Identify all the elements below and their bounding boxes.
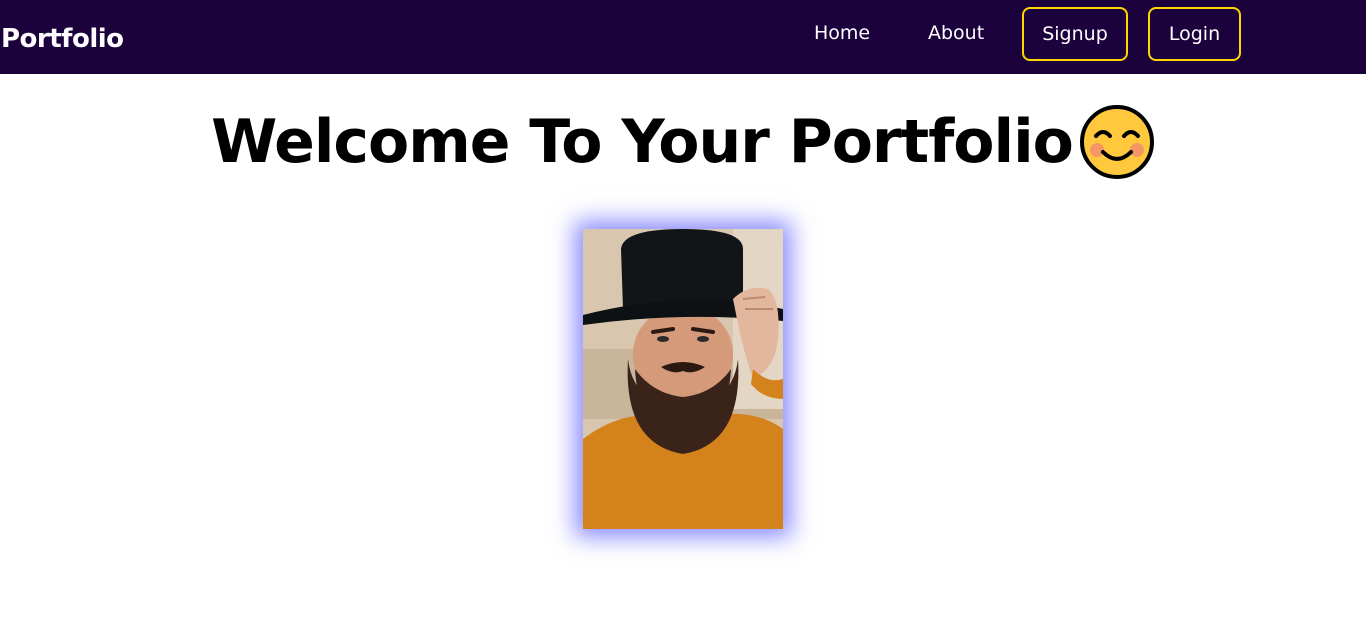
smiling-face-icon [1079,105,1154,179]
nav-link-home[interactable]: Home [814,20,870,46]
signup-button[interactable]: Signup [1022,7,1128,61]
portrait-photo [583,229,783,529]
brand-logo[interactable]: Portfolio [1,21,124,57]
page-heading: Welcome To Your Portfolio [0,100,1366,184]
portrait-illustration [583,229,783,529]
nav-link-about[interactable]: About [928,20,984,46]
login-button[interactable]: Login [1148,7,1241,61]
navbar: Portfolio Home About Signup Login [0,0,1366,74]
page-title: Welcome To Your Portfolio [211,107,1074,177]
